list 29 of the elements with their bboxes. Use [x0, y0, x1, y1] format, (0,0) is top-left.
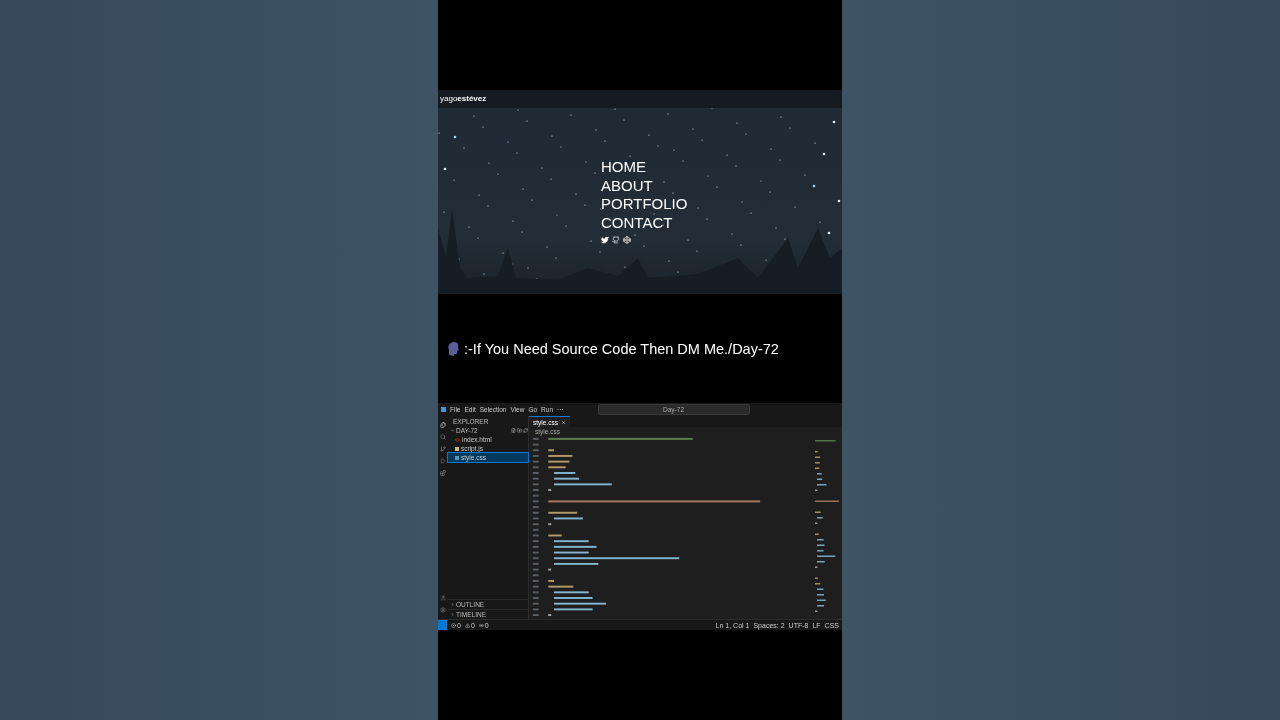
nav-link[interactable]: PORTFOLIO	[601, 195, 688, 214]
refresh-icon[interactable]	[523, 428, 528, 433]
nav-link[interactable]: ABOUT	[601, 176, 653, 196]
twitter-bird-icon[interactable]	[601, 236, 609, 245]
nav-link[interactable]: CONTACT	[601, 213, 673, 233]
antenna-icon	[478, 622, 484, 628]
new-folder-icon[interactable]	[517, 428, 522, 433]
new-file-icon[interactable]	[511, 428, 516, 433]
github-icon[interactable]	[612, 236, 620, 245]
codepen-icon[interactable]	[623, 236, 631, 245]
run-icon[interactable]	[440, 458, 446, 464]
account-icon[interactable]	[440, 595, 446, 601]
extensions-icon[interactable]	[440, 470, 446, 476]
editor-logo-icon	[441, 407, 446, 412]
files-icon[interactable]	[440, 422, 446, 428]
close-icon[interactable]	[560, 419, 566, 425]
video-caption: :-If You Need Source Code Then DM Me./Day-72	[464, 340, 779, 357]
search-icon[interactable]	[440, 434, 446, 440]
site-logo[interactable]: yagoestévez	[438, 90, 487, 108]
warning-icon	[464, 622, 470, 628]
css-file-icon	[455, 455, 459, 460]
js-file-icon	[455, 446, 459, 451]
html-file-icon	[455, 437, 460, 442]
branch-icon[interactable]	[440, 446, 446, 452]
chevron-down-icon[interactable]	[450, 428, 455, 433]
settings-icon[interactable]	[440, 607, 446, 613]
error-icon	[451, 622, 456, 628]
nav-link[interactable]: HOME	[601, 158, 646, 177]
speaking-head-icon	[446, 340, 462, 357]
